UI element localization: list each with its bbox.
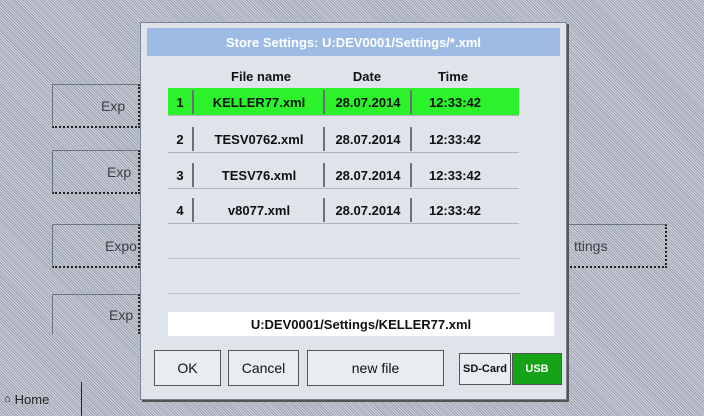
bg-settings-button[interactable]: ttings — [567, 224, 667, 268]
row-date: 28.07.2014 — [335, 167, 401, 183]
column-separator — [323, 163, 325, 187]
column-header-time: Time — [437, 68, 469, 84]
row-file-name: TESV0762.xml — [214, 131, 304, 147]
row-time: 12:33:42 — [428, 202, 482, 218]
row-index: 3 — [176, 167, 184, 183]
column-separator — [410, 198, 412, 222]
column-separator — [410, 90, 412, 114]
row-index: 2 — [176, 131, 184, 147]
bg-button-label: Exp — [107, 163, 132, 180]
row-file-name: TESV76.xml — [221, 167, 297, 183]
row-file-name: KELLER77.xml — [212, 94, 306, 110]
selected-file-path: U:DEV0001/Settings/KELLER77.xml — [168, 312, 554, 336]
row-date: 28.07.2014 — [335, 202, 401, 218]
column-separator — [192, 163, 194, 187]
row-date: 28.07.2014 — [335, 131, 401, 147]
column-separator — [323, 90, 325, 114]
store-settings-dialog: Store Settings: U:DEV0001/Settings/*.xml… — [140, 22, 567, 400]
row-index: 1 — [176, 94, 184, 110]
empty-row-divider — [168, 258, 519, 259]
bg-export-button-2[interactable]: Exp — [52, 150, 140, 194]
row-time: 12:33:42 — [428, 94, 482, 110]
column-separator — [192, 198, 194, 222]
bg-export-button-1[interactable]: Exp — [52, 84, 140, 128]
bg-export-button-4[interactable]: Exp — [52, 294, 140, 334]
column-separator — [192, 127, 194, 151]
bg-button-label: ttings — [574, 237, 608, 254]
column-separator — [323, 127, 325, 151]
column-header-file-name: File name — [231, 68, 291, 84]
bg-button-label: Exp — [109, 306, 134, 323]
file-table: File name Date Time 1 KELLER77.xml 28.07… — [164, 64, 520, 294]
row-index: 4 — [176, 202, 184, 218]
empty-row-divider — [168, 293, 519, 294]
bg-button-label: Expo — [105, 237, 137, 254]
column-separator — [410, 127, 412, 151]
row-date: 28.07.2014 — [335, 94, 401, 110]
row-time: 12:33:42 — [428, 131, 482, 147]
home-label: Home — [14, 391, 50, 407]
dialog-title: Store Settings: U:DEV0001/Settings/*.xml — [147, 28, 560, 56]
column-header-date: Date — [352, 68, 382, 84]
home-icon: ⌂ — [4, 393, 11, 405]
row-time: 12:33:42 — [428, 167, 482, 183]
row-file-name: v8077.xml — [227, 202, 291, 218]
column-separator — [410, 163, 412, 187]
usb-button[interactable]: USB — [512, 353, 562, 385]
sd-card-button[interactable]: SD-Card — [459, 353, 511, 385]
home-button[interactable]: ⌂ Home — [0, 382, 82, 416]
cancel-button[interactable]: Cancel — [228, 350, 299, 386]
column-separator — [192, 90, 194, 114]
table-row[interactable]: 3 TESV76.xml 28.07.2014 12:33:42 — [168, 161, 519, 189]
bg-button-label: Exp — [101, 97, 126, 114]
new-file-button[interactable]: new file — [307, 350, 444, 386]
table-row[interactable]: 2 TESV0762.xml 28.07.2014 12:33:42 — [168, 125, 519, 153]
ok-button[interactable]: OK — [154, 350, 221, 386]
column-separator — [323, 198, 325, 222]
bg-export-button-3[interactable]: Expo — [52, 224, 140, 268]
table-row[interactable]: 4 v8077.xml 28.07.2014 12:33:42 — [168, 196, 519, 224]
table-row[interactable]: 1 KELLER77.xml 28.07.2014 12:33:42 — [168, 88, 519, 116]
